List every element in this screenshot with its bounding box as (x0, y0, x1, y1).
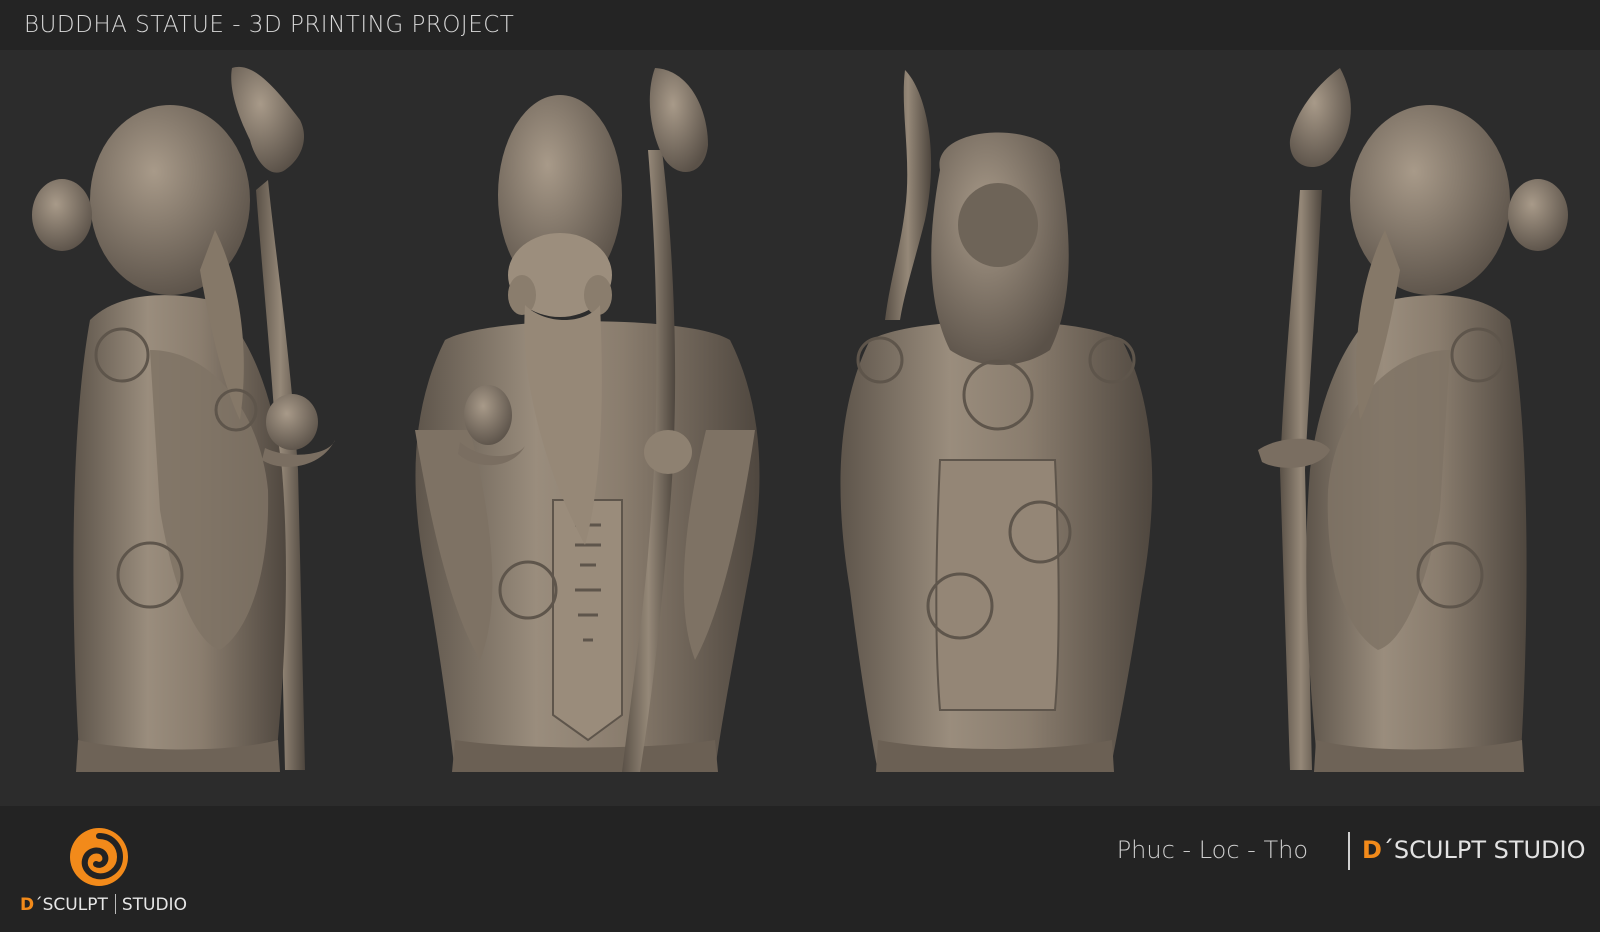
page-title: BUDDHA STATUE - 3D PRINTING PROJECT (24, 12, 515, 38)
brand-d-letter: D (1362, 836, 1382, 864)
header-bar: BUDDHA STATUE - 3D PRINTING PROJECT (0, 0, 1600, 51)
logo-studio-word: STUDIO (121, 895, 187, 915)
logo-d-letter: D (20, 895, 35, 915)
swirl-logo-icon (70, 828, 128, 886)
statue-renders (32, 66, 1568, 772)
tagline: Phuc - Loc - Tho (1116, 836, 1308, 864)
brand-name: D´SCULPT STUDIO (1362, 836, 1586, 864)
logo-sculpt-word: ´SCULPT (34, 895, 108, 915)
render-stage (0, 50, 1600, 806)
brand-rest: ´SCULPT STUDIO (1381, 836, 1586, 864)
logo-wordmark: D´SCULPT STUDIO (20, 894, 187, 915)
footer-divider (1348, 832, 1350, 870)
side-right-view (1258, 68, 1568, 772)
front-view (415, 68, 760, 772)
footer-bar: D´SCULPT STUDIO Phuc - Loc - Tho D´SCULPT… (0, 806, 1600, 932)
side-left-view (32, 66, 335, 772)
presentation-sheet: BUDDHA STATUE - 3D PRINTING PROJECT D´SC… (0, 0, 1600, 932)
back-view (840, 70, 1153, 772)
logo-divider (114, 894, 116, 914)
